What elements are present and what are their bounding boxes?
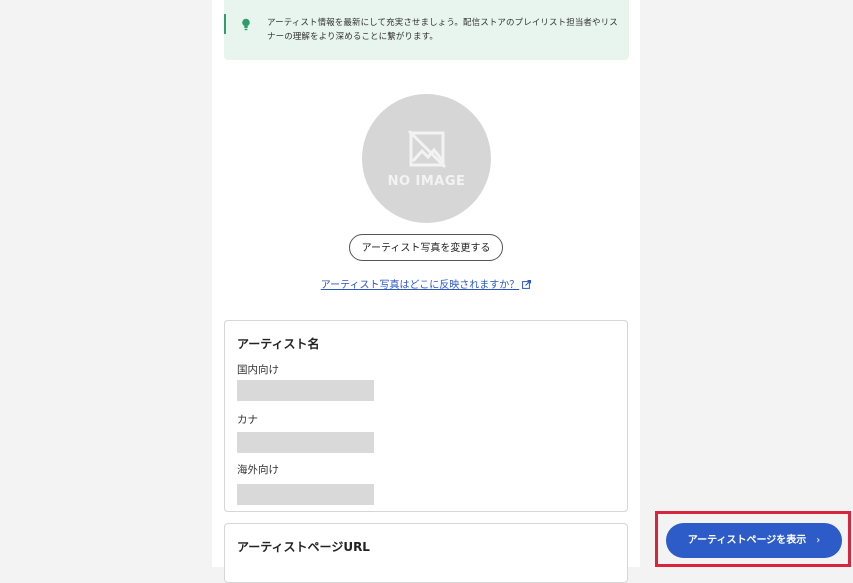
external-link-icon (522, 280, 532, 289)
photo-help-link[interactable]: アーティスト写真はどこに反映されますか？ (212, 276, 640, 291)
no-image-label: NO IMAGE (387, 174, 466, 189)
info-tip: アーティスト情報を最新にして充実させましょう。配信ストアのプレイリスト担当者やリ… (224, 0, 629, 60)
artist-name-card: アーティスト名 国内向け カナ 海外向け (224, 320, 628, 512)
kana-name-label: カナ (237, 414, 258, 426)
artist-photo: NO IMAGE (362, 94, 491, 223)
kana-name-value (237, 432, 374, 453)
main-panel: アーティスト情報を最新にして充実させましょう。配信ストアのプレイリスト担当者やリ… (212, 0, 640, 583)
no-image-icon (407, 129, 447, 169)
highlight-box (655, 511, 851, 567)
domestic-name-label: 国内向け (237, 364, 279, 376)
change-photo-button[interactable]: アーティスト写真を変更する (349, 234, 503, 261)
tip-accent-bar (224, 14, 226, 34)
artist-name-title: アーティスト名 (237, 337, 320, 351)
artist-page-url-title: アーティストページURL (237, 540, 370, 554)
photo-help-link-text: アーティスト写真はどこに反映されますか？ (320, 280, 520, 291)
domestic-name-value (237, 380, 374, 401)
lightbulb-icon (242, 18, 250, 31)
tip-text: アーティスト情報を最新にして充実させましょう。配信ストアのプレイリスト担当者やリ… (267, 18, 618, 42)
overseas-name-label: 海外向け (237, 464, 279, 476)
overseas-name-value (237, 484, 374, 505)
artist-page-url-card: アーティストページURL (224, 523, 628, 583)
